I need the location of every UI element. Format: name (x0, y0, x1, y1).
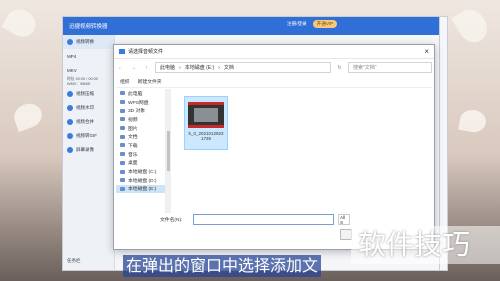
tree-item[interactable]: 文档 (116, 132, 165, 141)
file-info: 时长 00:00 / 00:00 WMV：95MB (67, 77, 98, 86)
close-icon[interactable]: × (424, 47, 429, 56)
tree-item[interactable]: 本地磁盘 (C:) (116, 167, 165, 176)
up-icon[interactable]: ↑ (142, 65, 151, 71)
tree-item[interactable]: 此电脑 (116, 89, 165, 98)
tree-item[interactable]: 图片 (116, 124, 165, 133)
drive-icon (120, 169, 125, 174)
filename-input[interactable] (193, 214, 334, 225)
merge-icon (67, 119, 73, 125)
tree-scrollbar[interactable] (166, 89, 171, 213)
drive-icon (120, 186, 125, 191)
cloud-icon (120, 100, 125, 105)
video-file-item[interactable]: b_0_2021012923 1726 (184, 96, 228, 150)
dialog-toolbar: 组织 新建文件夹 (116, 76, 432, 88)
download-icon (120, 143, 125, 148)
desktop-icon (120, 160, 125, 165)
sidebar-bottom[interactable]: 任务栏 (63, 254, 81, 268)
tree-item[interactable]: 音乐 (116, 150, 165, 159)
cube-icon (120, 108, 125, 113)
sidebar-item-compress[interactable]: 视频压缩 (63, 87, 114, 101)
sidebar-item-record[interactable]: 屏幕录像 (63, 143, 114, 157)
tree-item[interactable]: 桌面 (116, 159, 165, 168)
app-sidebar: 视频转换 MP4 MKV 时长 00:00 / 00:00 WMV：95MB 视频… (63, 35, 115, 270)
convert-icon (67, 39, 73, 45)
vip-button[interactable]: 开通VIP (312, 20, 338, 28)
watermark-icon (67, 105, 73, 111)
sidebar-item-merge[interactable]: 视频合并 (63, 115, 114, 129)
tree-item[interactable]: WPS网盘 (116, 98, 165, 107)
app-icon (119, 49, 125, 54)
forward-icon[interactable]: → (129, 65, 138, 71)
compress-icon (67, 91, 73, 97)
video-icon (120, 117, 125, 122)
search-input[interactable]: 搜索"文档" (348, 62, 432, 73)
tree-item-selected[interactable]: 本地磁盘 (E:) (116, 184, 165, 194)
image-icon (120, 126, 125, 131)
tree-item[interactable]: 本地磁盘 (D:) (116, 176, 165, 185)
music-icon (120, 152, 125, 157)
pc-icon (120, 91, 125, 96)
app-title: 迅捷视频转换器 (69, 24, 108, 30)
dialog-title: 请选择音频文件 (128, 49, 164, 55)
subtitle-caption: 在弹出的窗口中选择添加文 (123, 255, 322, 277)
drive-icon (120, 178, 125, 183)
app-title-bar: 迅捷视频转换器 (63, 17, 439, 35)
document-icon (120, 134, 125, 139)
tree-item[interactable]: 3D 对象 (116, 106, 165, 115)
video-thumbnail (188, 102, 224, 128)
login-link[interactable]: 注册/登录 (287, 21, 307, 27)
sidebar-item-watermark[interactable]: 视频水印 (63, 101, 114, 115)
record-icon (67, 147, 73, 153)
filetype-select[interactable]: All S (338, 214, 350, 225)
back-icon[interactable]: ← (116, 65, 125, 71)
scroll-thumb[interactable] (167, 131, 170, 171)
gif-icon (67, 133, 73, 139)
refresh-icon[interactable]: ↻ (335, 65, 344, 71)
filename-label: 文件名(N): (160, 218, 183, 223)
sidebar-item-gif[interactable]: 视频转GIF (63, 129, 114, 143)
organize-button[interactable]: 组织 (120, 78, 130, 85)
sidebar-item-convert[interactable]: 视频转换 (63, 35, 114, 49)
header-actions: 注册/登录 开通VIP (287, 20, 338, 28)
breadcrumb[interactable]: 此电脑 › 本地磁盘 (E:) › 文档 (155, 62, 331, 73)
file-name-label: b_0_2021012923 1726 (188, 131, 224, 141)
dialog-title-bar: 请选择音频文件 (114, 45, 434, 59)
nav-tree: 此电脑 WPS网盘 3D 对象 视频 图片 文档 下载 音乐 桌面 本地磁盘 (… (116, 89, 166, 213)
tree-item[interactable]: 下载 (116, 141, 165, 150)
sidebar-item-mp4[interactable]: MP4 (63, 49, 114, 63)
address-row: ← → ↑ 此电脑 › 本地磁盘 (E:) › 文档 ↻ 搜索"文档" (116, 61, 432, 74)
watermark: 软件技巧 (351, 226, 500, 264)
sidebar-item-mkv[interactable]: MKV (63, 63, 114, 77)
tree-item[interactable]: 视频 (116, 115, 165, 124)
new-folder-button[interactable]: 新建文件夹 (138, 78, 162, 85)
